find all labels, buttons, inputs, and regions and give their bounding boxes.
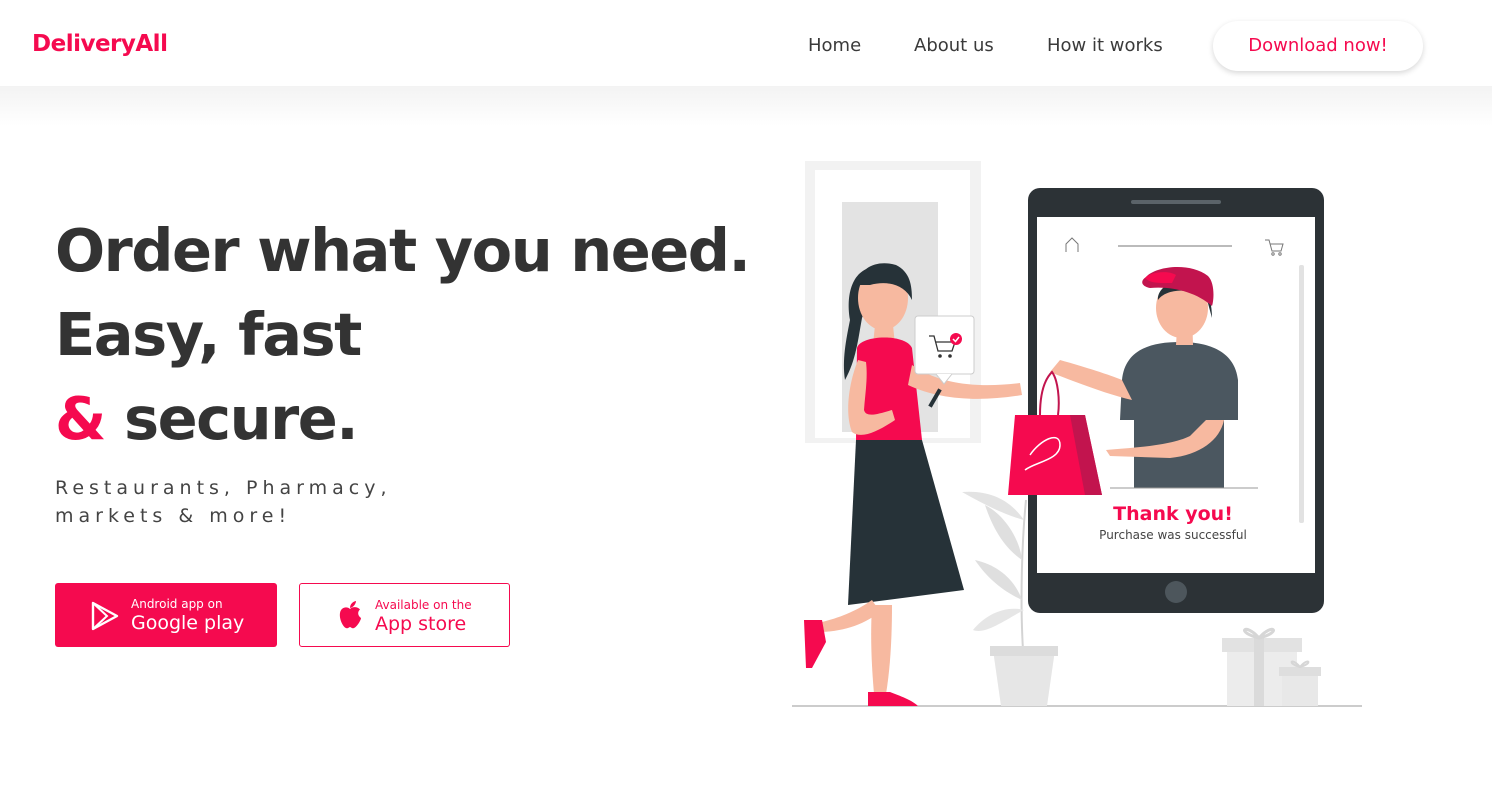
brand-logo[interactable]: DeliveryAll xyxy=(32,31,168,57)
hero-headline-line-3-text: secure. xyxy=(104,384,359,453)
cart-bubble xyxy=(914,315,975,385)
app-store-big-text: App store xyxy=(375,613,467,635)
tablet-scrollbar xyxy=(1299,265,1304,523)
play-store-icon xyxy=(91,601,119,635)
navbar-shadow xyxy=(0,86,1492,126)
tablet-home-button xyxy=(1165,581,1187,603)
top-navbar: DeliveryAll Home About us How it works D… xyxy=(0,0,1492,90)
google-play-button[interactable]: Android app on Google play xyxy=(55,583,277,647)
app-store-button[interactable]: Available on the App store xyxy=(299,583,510,647)
google-play-big-text: Google play xyxy=(131,612,245,634)
hero-ampersand: & xyxy=(55,384,106,453)
apple-icon xyxy=(337,600,363,634)
download-now-button[interactable]: Download now! xyxy=(1213,21,1423,71)
plant-pot-rim xyxy=(990,646,1058,656)
plant-pot xyxy=(993,650,1055,706)
hero-headline-line-2: Easy, fast xyxy=(55,300,362,369)
hero-headline-line-1: Order what you need. xyxy=(55,216,751,285)
plant xyxy=(962,491,1027,651)
nav-link-how-it-works[interactable]: How it works xyxy=(1047,35,1163,56)
purchase-success-text: Purchase was successful xyxy=(1099,528,1247,542)
delivery-illustration xyxy=(792,161,1362,707)
hero-subtitle-line-1: Restaurants, Pharmacy, xyxy=(55,477,392,499)
hero-subtitle-line-2: markets & more! xyxy=(55,505,292,527)
app-store-small-text: Available on the xyxy=(375,598,472,612)
gift-boxes xyxy=(1222,627,1321,706)
nav-link-about-us[interactable]: About us xyxy=(914,35,994,56)
hero-headline-line-3: & secure. xyxy=(55,384,359,453)
google-play-small-text: Android app on xyxy=(131,597,223,611)
check-icon xyxy=(950,333,962,345)
thank-you-title: Thank you! xyxy=(1113,503,1233,525)
nav-link-home[interactable]: Home xyxy=(808,35,861,56)
tablet-speaker xyxy=(1131,200,1221,204)
